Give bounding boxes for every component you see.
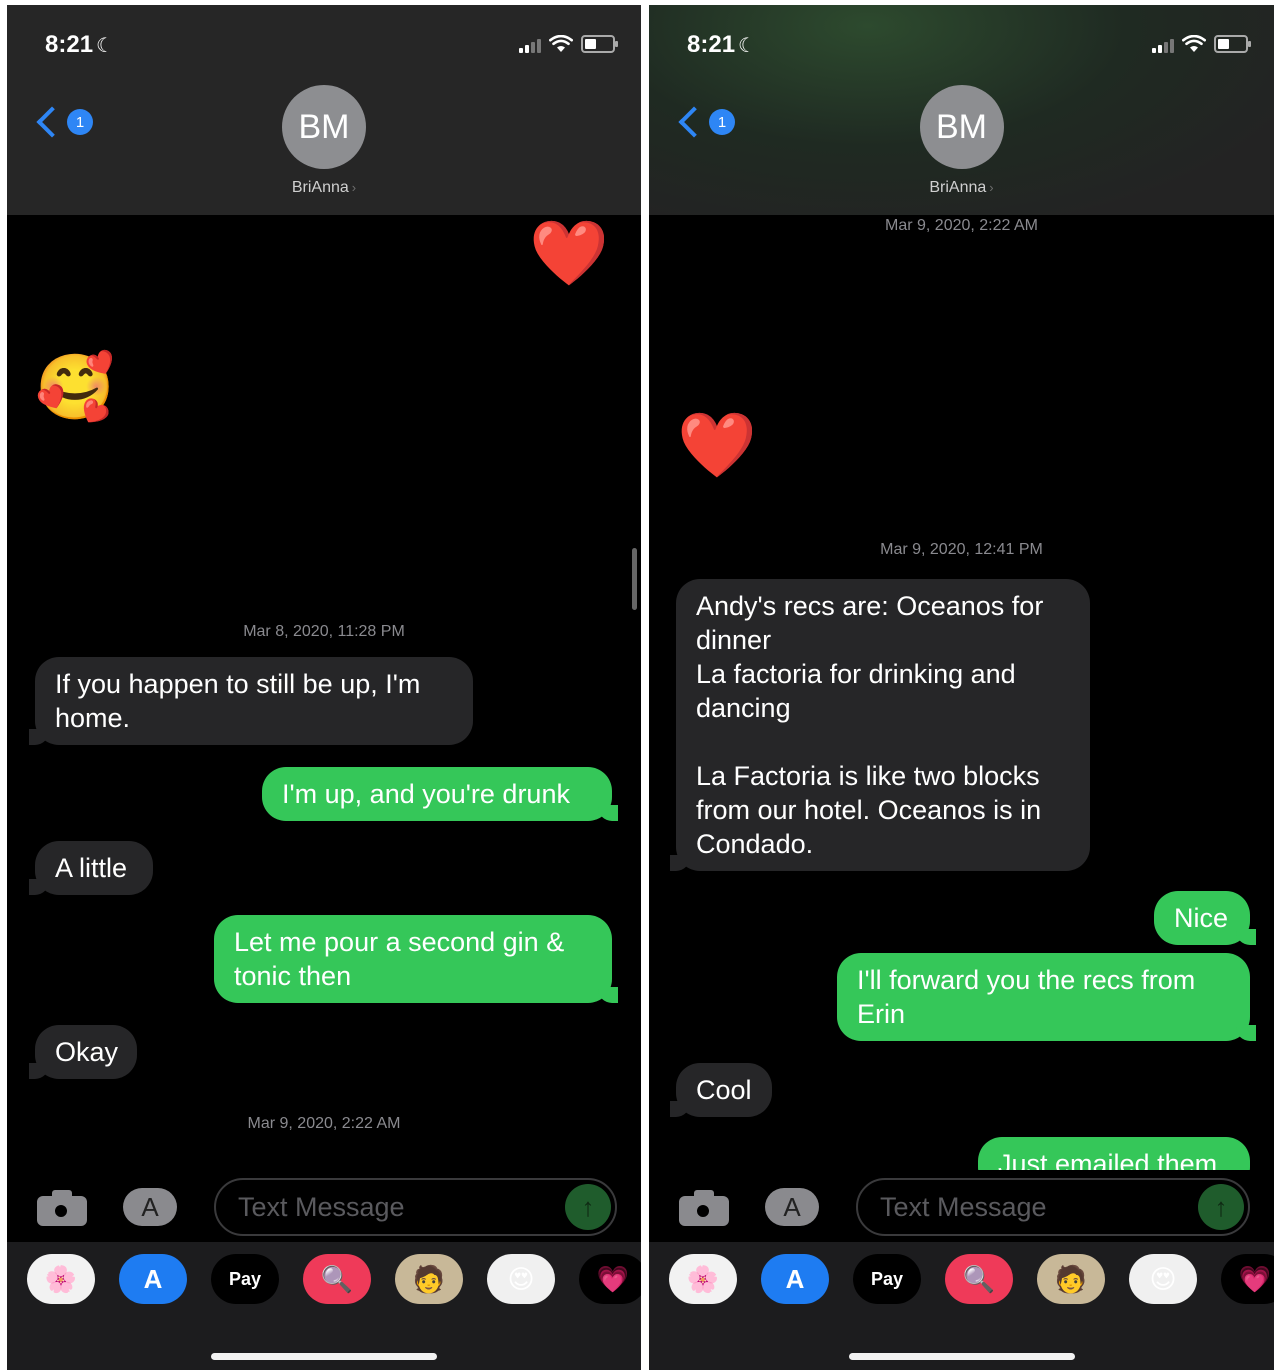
status-time: 8:21 ☾ bbox=[687, 31, 756, 58]
sent-message[interactable]: I'll forward you the recs from Erin bbox=[837, 953, 1256, 1041]
app-store-icon: A bbox=[141, 1191, 159, 1222]
home-indicator[interactable] bbox=[211, 1353, 437, 1360]
digital-touch-app-icon[interactable]: 💗 bbox=[579, 1254, 641, 1304]
unread-badge: 1 bbox=[67, 109, 93, 135]
kiss-emoji-message[interactable]: 😘 bbox=[1169, 275, 1236, 339]
kiss-emoji-message[interactable]: 😘 bbox=[529, 493, 596, 557]
compose-bar: A ↑ bbox=[7, 1170, 641, 1242]
arrow-up-icon: ↑ bbox=[581, 1191, 595, 1222]
received-message[interactable]: If you happen to still be up, I'm home. bbox=[29, 657, 473, 745]
moon-icon: ☾ bbox=[96, 35, 114, 57]
battery-icon bbox=[581, 35, 618, 53]
camera-button[interactable] bbox=[37, 1190, 87, 1226]
back-button[interactable]: 1 bbox=[675, 106, 735, 138]
timestamp: Mar 8, 2020, 11:28 PM bbox=[243, 623, 405, 640]
contact-name: BriAnna bbox=[929, 179, 987, 196]
unread-badge: 1 bbox=[709, 109, 735, 135]
received-message[interactable]: Cool bbox=[670, 1063, 772, 1117]
received-message[interactable]: Okay bbox=[29, 1025, 137, 1079]
back-button[interactable]: 1 bbox=[33, 106, 93, 138]
heart-emoji-message[interactable]: ❤️ bbox=[529, 221, 609, 285]
received-message[interactable]: Andy's recs are: Oceanos for dinner La f… bbox=[670, 579, 1090, 871]
memoji-stickers-app-icon[interactable]: 😍 bbox=[1129, 1254, 1197, 1304]
contact-name-button[interactable]: BriAnna › bbox=[649, 179, 1274, 197]
wifi-icon bbox=[1182, 35, 1206, 52]
conversation-screen-right: 8:21 ☾ 1 BM BriAnna › Mar 9, 2020, 2:22 AM… bbox=[649, 5, 1274, 1370]
memoji-app-icon[interactable]: 🧑 bbox=[395, 1254, 463, 1304]
image-search-app-icon[interactable]: 🔍 bbox=[303, 1254, 371, 1304]
message-list[interactable]: ❤️ 🥰 😘 Mar 8, 2020, 11:28 PM If you happ… bbox=[7, 215, 641, 1170]
message-input[interactable] bbox=[214, 1178, 617, 1236]
contact-name-button[interactable]: BriAnna › bbox=[7, 179, 641, 197]
image-search-app-icon[interactable]: 🔍 bbox=[945, 1254, 1013, 1304]
battery-icon bbox=[1214, 35, 1251, 53]
app-store-app-icon[interactable]: A bbox=[119, 1254, 187, 1304]
sent-message[interactable]: Let me pour a second gin & tonic then bbox=[214, 915, 618, 1003]
send-button[interactable]: ↑ bbox=[1198, 1184, 1244, 1230]
wifi-icon bbox=[549, 35, 573, 52]
heart-emoji-message[interactable]: ❤️ bbox=[677, 413, 757, 477]
contact-name: BriAnna bbox=[291, 179, 349, 196]
app-store-button[interactable]: A bbox=[123, 1188, 177, 1226]
memoji-stickers-app-icon[interactable]: 😍 bbox=[487, 1254, 555, 1304]
chevron-left-icon bbox=[678, 106, 710, 138]
chevron-right-icon: › bbox=[989, 180, 994, 195]
conversation-header: 8:21 ☾ 1 BM BriAnna › bbox=[649, 5, 1274, 215]
photos-app-icon[interactable]: 🌸 bbox=[27, 1254, 95, 1304]
timestamp: Mar 9, 2020, 2:22 AM bbox=[885, 217, 1038, 234]
send-button[interactable]: ↑ bbox=[565, 1184, 611, 1230]
chevron-left-icon bbox=[36, 106, 68, 138]
app-store-icon: A bbox=[783, 1191, 801, 1222]
sent-message[interactable]: Nice bbox=[1154, 891, 1256, 945]
compose-bar: A ↑ bbox=[649, 1170, 1274, 1242]
signal-icon bbox=[519, 39, 541, 53]
home-indicator[interactable] bbox=[848, 1353, 1075, 1360]
conversation-screen-left: 8:21 ☾ 1 BM BriAnna › ❤️ 🥰 😘 Mar 8, 2020, … bbox=[7, 5, 641, 1370]
scrollbar[interactable] bbox=[632, 548, 637, 610]
status-icons bbox=[1152, 35, 1251, 53]
received-message[interactable]: A little bbox=[29, 841, 153, 895]
chevron-right-icon: › bbox=[351, 180, 357, 195]
timestamp: Mar 9, 2020, 12:41 PM bbox=[880, 541, 1043, 558]
status-time: 8:21 ☾ bbox=[45, 31, 114, 58]
camera-button[interactable] bbox=[679, 1190, 729, 1226]
apple-pay-app-icon[interactable]: Pay bbox=[853, 1254, 921, 1304]
digital-touch-app-icon[interactable]: 💗 bbox=[1221, 1254, 1274, 1304]
app-store-button[interactable]: A bbox=[765, 1188, 819, 1226]
sent-message[interactable]: I'm up, and you're drunk bbox=[262, 767, 618, 821]
signal-icon bbox=[1152, 39, 1174, 53]
app-store-app-icon[interactable]: A bbox=[761, 1254, 829, 1304]
sent-message[interactable]: Just emailed them bbox=[978, 1137, 1250, 1170]
status-icons bbox=[519, 35, 618, 53]
memoji-app-icon[interactable]: 🧑 bbox=[1037, 1254, 1105, 1304]
conversation-header: 8:21 ☾ 1 BM BriAnna › bbox=[7, 5, 641, 215]
apple-pay-app-icon[interactable]: Pay bbox=[211, 1254, 279, 1304]
app-drawer: 🌸 A Pay 🔍 🧑 😍 💗 bbox=[7, 1242, 641, 1370]
photos-app-icon[interactable]: 🌸 bbox=[669, 1254, 737, 1304]
contact-avatar[interactable]: BM bbox=[282, 85, 366, 169]
arrow-up-icon: ↑ bbox=[1214, 1191, 1228, 1222]
message-list[interactable]: Mar 9, 2020, 2:22 AM 😘 ❤️ Mar 9, 2020, 1… bbox=[649, 215, 1274, 1170]
app-drawer: 🌸 A Pay 🔍 🧑 😍 💗 bbox=[649, 1242, 1274, 1370]
smiling-hearts-emoji-message[interactable]: 🥰 bbox=[35, 355, 115, 419]
timestamp: Mar 9, 2020, 2:22 AM bbox=[247, 1115, 401, 1132]
contact-avatar[interactable]: BM bbox=[919, 85, 1004, 169]
moon-icon: ☾ bbox=[738, 35, 756, 57]
message-input[interactable] bbox=[856, 1178, 1250, 1236]
